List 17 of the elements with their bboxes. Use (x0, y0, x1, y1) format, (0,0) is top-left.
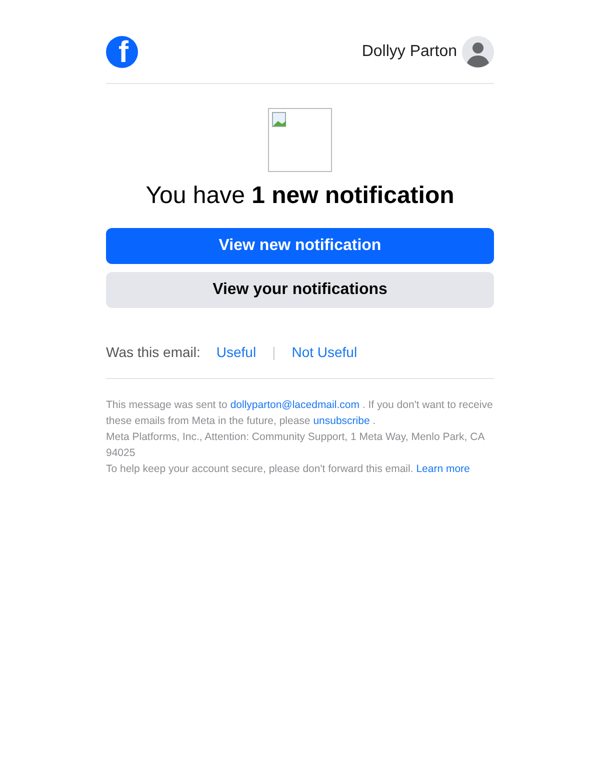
view-notifications-button[interactable]: View your notifications (106, 272, 494, 308)
feedback-prompt: Was this email: (106, 344, 200, 360)
unsubscribe-link[interactable]: unsubscribe (313, 415, 370, 427)
footer-notice: This message was sent to dollyparton@lacedmail.com . If you don't want to receive these emails from Meta in the future, please unsubscribe . (106, 398, 494, 429)
email-link[interactable]: dollyparton@lacedmail.com (230, 399, 360, 411)
avatar-icon (462, 36, 494, 68)
user-name: Dollyy Parton (362, 43, 457, 61)
separator: | (272, 344, 276, 360)
footer-address: Meta Platforms, Inc., Attention: Community Support, 1 Meta Way, Menlo Park, CA 94025 (106, 430, 486, 461)
headline: You have 1 new notification (144, 182, 456, 210)
view-new-notification-button[interactable]: View new notification (106, 228, 494, 264)
learn-more-link[interactable]: Learn more (416, 463, 470, 475)
footer-security-note: To help keep your account secure, please don't forward this email. Learn more (106, 462, 471, 477)
feedback-link[interactable]: Useful (216, 344, 256, 360)
broken-image-icon (268, 108, 332, 172)
feedback-link[interactable]: Not Useful (292, 344, 358, 360)
logo-icon: f (106, 36, 138, 68)
